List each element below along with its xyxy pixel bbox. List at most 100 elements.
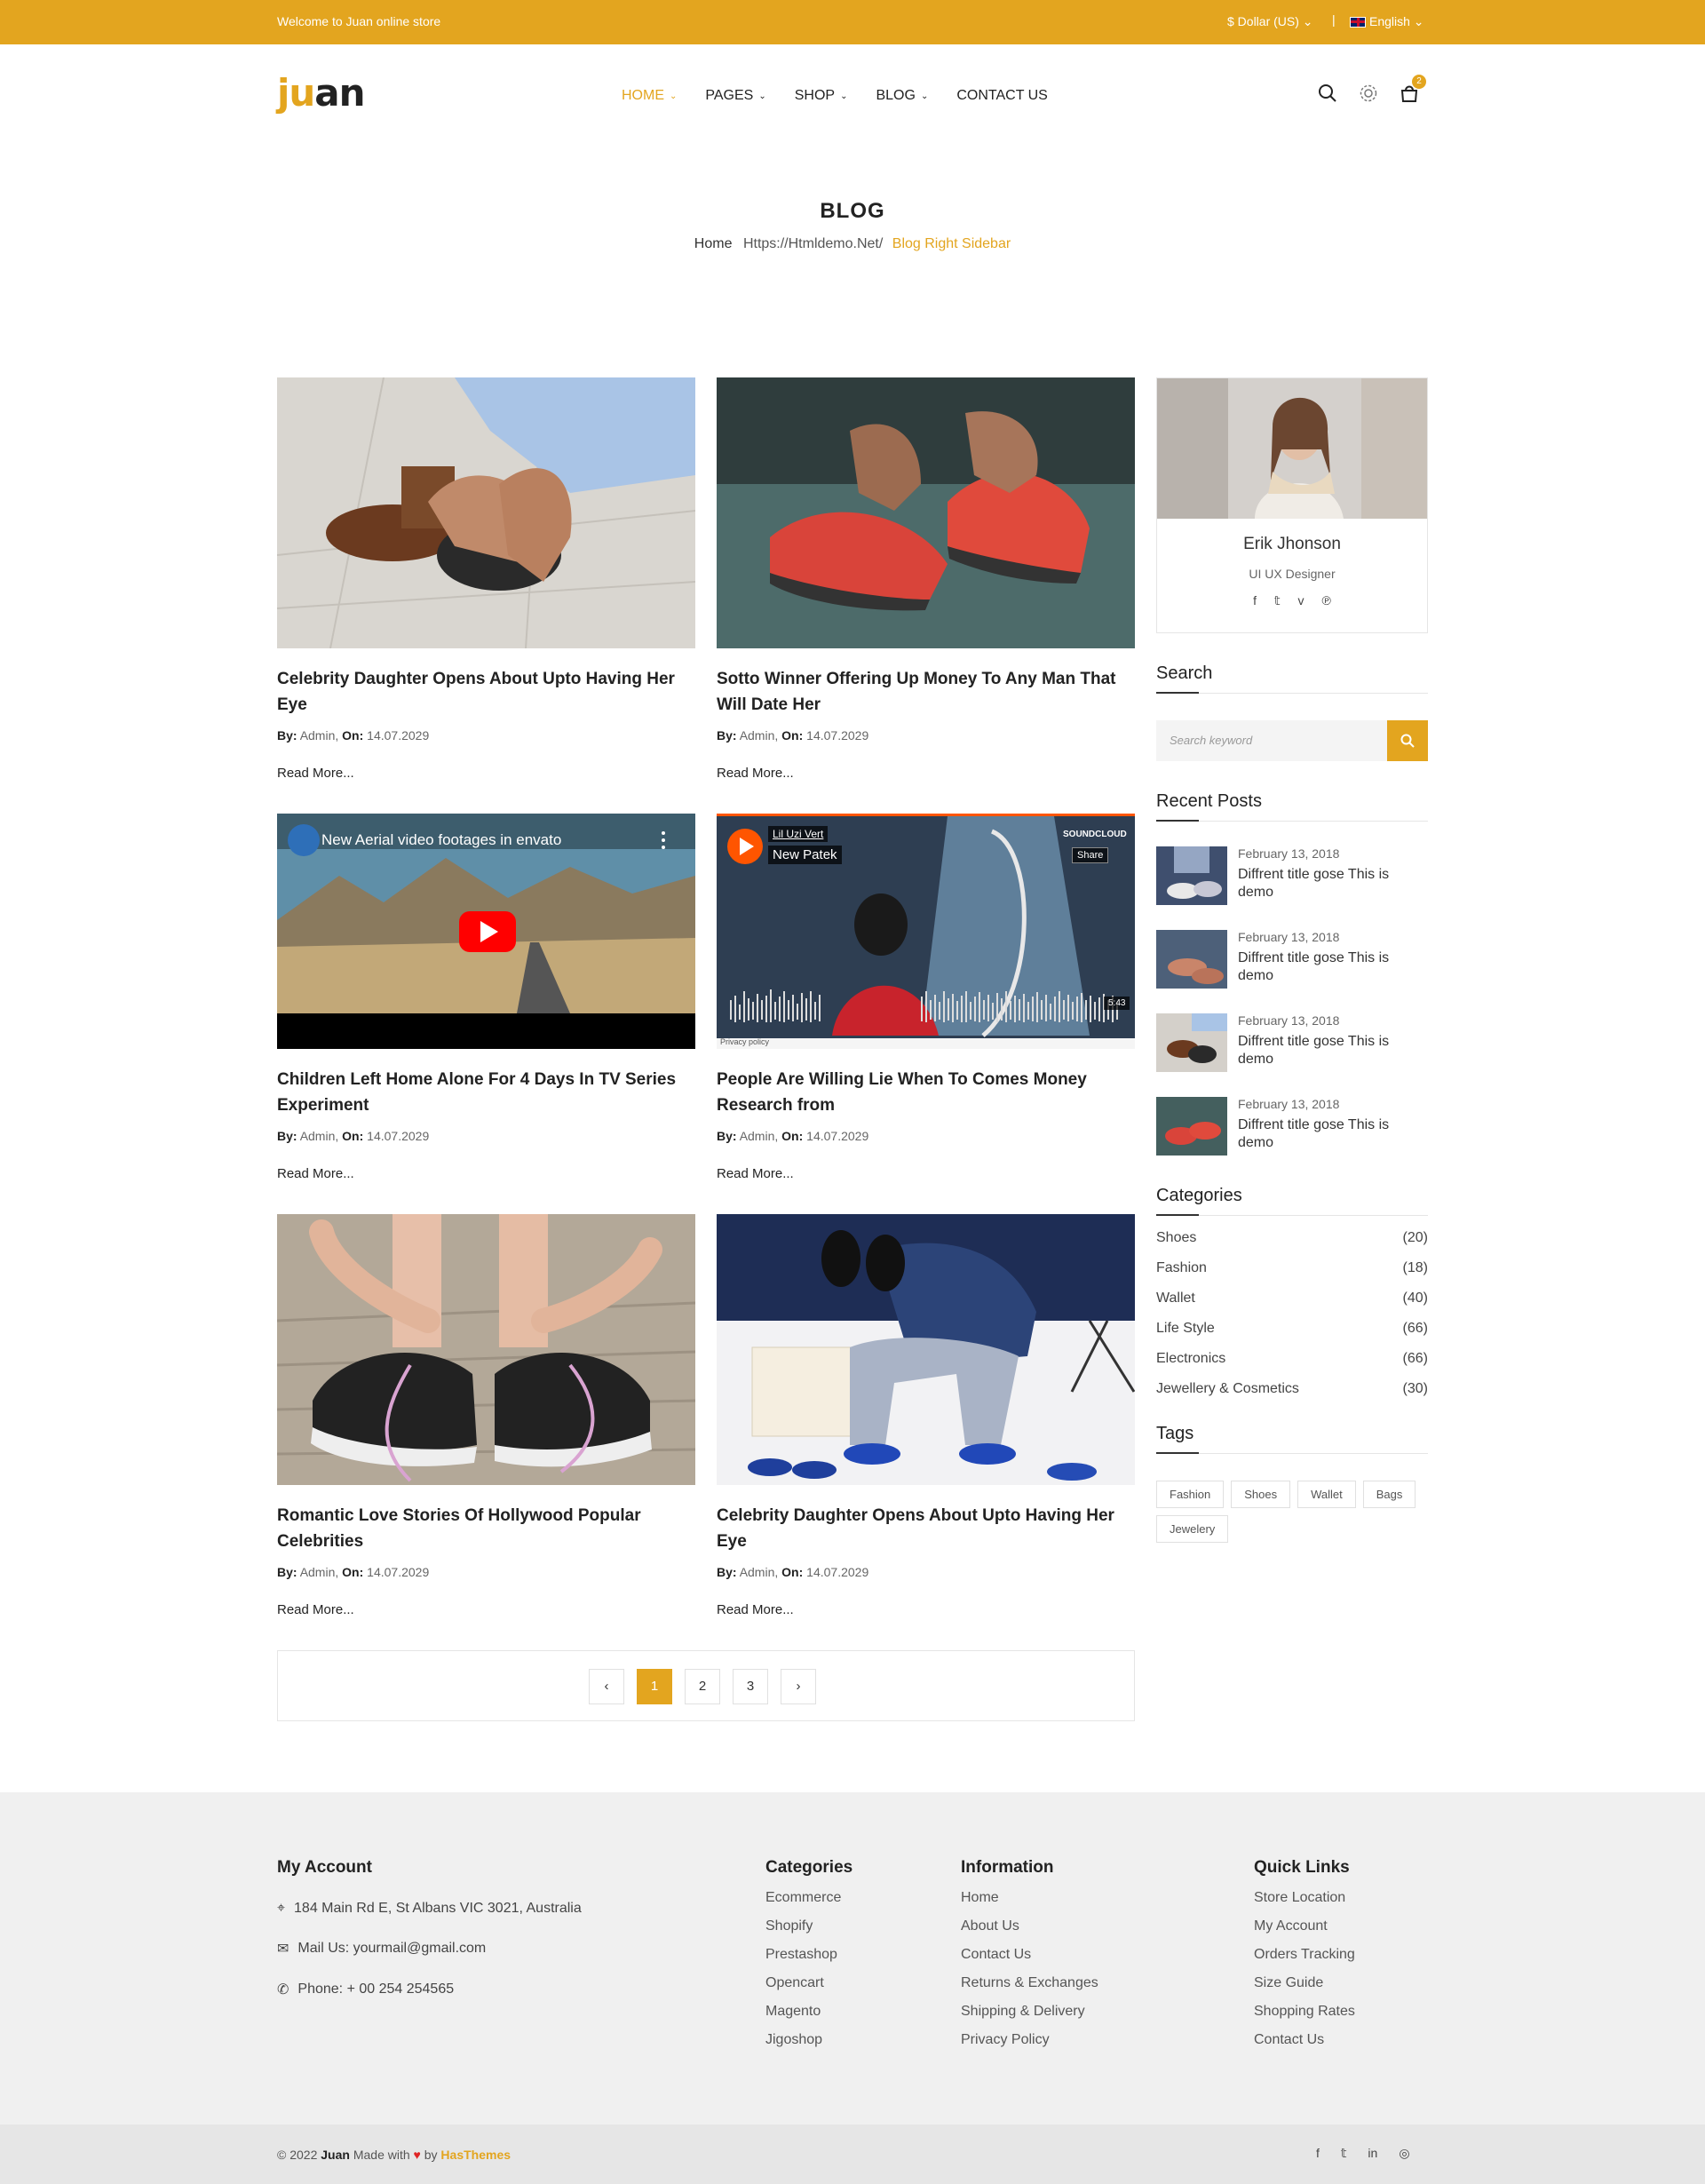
page-2[interactable]: 2: [685, 1669, 720, 1704]
footer-link[interactable]: Store Location: [1254, 1890, 1355, 1906]
post-title[interactable]: Celebrity Daughter Opens About Upto Havi…: [277, 666, 695, 718]
footer-link[interactable]: Shopify: [765, 1918, 852, 1934]
read-more-link[interactable]: Read More...: [277, 766, 695, 781]
logo[interactable]: juan: [277, 71, 366, 115]
tag-shoes[interactable]: Shoes: [1231, 1481, 1291, 1508]
video-embed[interactable]: New Aerial video footages in envato: [277, 814, 695, 1049]
footer-link[interactable]: Contact Us: [1254, 2032, 1355, 2048]
facebook-icon[interactable]: f: [1253, 593, 1257, 608]
breadcrumb-home[interactable]: Home: [694, 236, 733, 251]
recent-post-thumb[interactable]: [1156, 1097, 1227, 1156]
read-more-link[interactable]: Read More...: [277, 1166, 695, 1181]
category-item[interactable]: Life Style (66): [1156, 1321, 1428, 1337]
footer-phone[interactable]: ✆ Phone: + 00 254 254565: [277, 1981, 582, 1998]
footer-link[interactable]: Magento: [765, 2004, 852, 2020]
recent-post-title[interactable]: Diffrent title gose This is demo: [1238, 949, 1428, 985]
nav-contact[interactable]: CONTACT US: [956, 88, 1048, 104]
footer-link[interactable]: Opencart: [765, 1975, 852, 1991]
tag-jewelery[interactable]: Jewelery: [1156, 1515, 1229, 1543]
footer-link[interactable]: Shipping & Delivery: [961, 2004, 1098, 2020]
tag-wallet[interactable]: Wallet: [1297, 1481, 1356, 1508]
category-item[interactable]: Wallet (40): [1156, 1291, 1428, 1306]
recent-post-item[interactable]: February 13, 2018 Diffrent title gose Thi…: [1156, 846, 1428, 905]
footer-link[interactable]: Orders Tracking: [1254, 1947, 1355, 1963]
soundcloud-embed[interactable]: Lil Uzi Vert New Patek SOUNDCLOUD Share …: [717, 814, 1135, 1049]
read-more-link[interactable]: Read More...: [277, 1602, 695, 1617]
twitter-icon[interactable]: 𝕥: [1274, 593, 1281, 608]
recent-post-item[interactable]: February 13, 2018 Diffrent title gose Thi…: [1156, 1097, 1428, 1156]
recent-post-thumb[interactable]: [1156, 1013, 1227, 1072]
footer-link[interactable]: Shopping Rates: [1254, 2004, 1355, 2020]
category-item[interactable]: Shoes (20): [1156, 1230, 1428, 1246]
twitter-icon[interactable]: 𝕥: [1341, 2146, 1347, 2161]
tag-bags[interactable]: Bags: [1362, 1481, 1416, 1508]
next-page-button[interactable]: ›: [781, 1669, 816, 1704]
footer-link[interactable]: Home: [961, 1890, 1098, 1906]
nav-shop[interactable]: SHOP ⌄: [795, 88, 848, 104]
footer-link[interactable]: Returns & Exchanges: [961, 1975, 1098, 1991]
footer-link[interactable]: Privacy Policy: [961, 2032, 1098, 2048]
post-title[interactable]: People Are Willing Lie When To Comes Mon…: [717, 1067, 1135, 1118]
currency-dropdown[interactable]: $ Dollar (US) ⌄: [1227, 14, 1313, 29]
footer-link[interactable]: Contact Us: [961, 1947, 1098, 1963]
soundcloud-share-button[interactable]: Share: [1072, 847, 1109, 863]
recent-post-title[interactable]: Diffrent title gose This is demo: [1238, 866, 1428, 901]
category-item[interactable]: Electronics (66): [1156, 1351, 1428, 1367]
recent-post-thumb[interactable]: [1156, 930, 1227, 989]
post-image[interactable]: [277, 377, 695, 648]
nav-blog[interactable]: BLOG ⌄: [876, 88, 928, 104]
instagram-icon[interactable]: ◎: [1399, 2146, 1409, 2161]
recent-post-thumb[interactable]: [1156, 846, 1227, 905]
nav-pages[interactable]: PAGES ⌄: [705, 88, 765, 104]
recent-post-title[interactable]: Diffrent title gose This is demo: [1238, 1116, 1428, 1152]
footer-link[interactable]: Jigoshop: [765, 2032, 852, 2048]
page-1[interactable]: 1: [637, 1669, 672, 1704]
category-item[interactable]: Fashion (18): [1156, 1260, 1428, 1276]
search-button[interactable]: [1387, 720, 1428, 761]
pinterest-icon[interactable]: ℗: [1322, 593, 1331, 608]
recent-post-item[interactable]: February 13, 2018 Diffrent title gose Thi…: [1156, 930, 1428, 989]
read-more-link[interactable]: Read More...: [717, 1166, 1135, 1181]
language-dropdown[interactable]: English ⌄: [1350, 14, 1424, 29]
footer-account: My Account ⌖ 184 Main Rd E, St Albans VIC…: [277, 1858, 582, 1998]
settings-icon[interactable]: [1359, 83, 1378, 103]
category-item[interactable]: Jewellery & Cosmetics (30): [1156, 1381, 1428, 1397]
post-image[interactable]: [277, 1214, 695, 1485]
cart-icon[interactable]: 2: [1400, 75, 1426, 103]
post-image[interactable]: [717, 1214, 1135, 1485]
hasthemes-link[interactable]: HasThemes: [440, 2148, 511, 2162]
read-more-link[interactable]: Read More...: [717, 1602, 1135, 1617]
recent-post-title[interactable]: Diffrent title gose This is demo: [1238, 1033, 1428, 1068]
footer-link[interactable]: Size Guide: [1254, 1975, 1355, 1991]
post-title[interactable]: Romantic Love Stories Of Hollywood Popul…: [277, 1503, 695, 1554]
post-image[interactable]: [717, 377, 1135, 648]
footer-link[interactable]: Ecommerce: [765, 1890, 852, 1906]
search-icon[interactable]: [1318, 83, 1337, 103]
blog-post: Romantic Love Stories Of Hollywood Popul…: [277, 1214, 695, 1617]
soundcloud-artist[interactable]: Lil Uzi Vert: [768, 826, 829, 842]
uk-flag-icon: [1350, 16, 1366, 28]
prev-page-button[interactable]: ‹: [589, 1669, 624, 1704]
soundcloud-track[interactable]: New Patek: [768, 846, 842, 864]
vimeo-icon[interactable]: v: [1298, 593, 1305, 608]
search-input[interactable]: Search keyword: [1156, 720, 1387, 761]
facebook-icon[interactable]: f: [1316, 2146, 1320, 2161]
footer-link[interactable]: About Us: [961, 1918, 1098, 1934]
recent-post-item[interactable]: February 13, 2018 Diffrent title gose Thi…: [1156, 1013, 1428, 1072]
nav-home[interactable]: HOME ⌄: [622, 88, 677, 104]
linkedin-icon[interactable]: in: [1368, 2146, 1377, 2161]
post-title[interactable]: Children Left Home Alone For 4 Days In T…: [277, 1067, 695, 1118]
tag-fashion[interactable]: Fashion: [1156, 1481, 1225, 1508]
soundcloud-privacy-link[interactable]: Privacy policy: [720, 1037, 769, 1046]
post-title[interactable]: Celebrity Daughter Opens About Upto Havi…: [717, 1503, 1135, 1554]
page-3[interactable]: 3: [733, 1669, 768, 1704]
footer-mail[interactable]: ✉ Mail Us: yourmail@gmail.com: [277, 1940, 582, 1958]
read-more-link[interactable]: Read More...: [717, 766, 1135, 781]
soundcloud-logo[interactable]: SOUNDCLOUD: [1063, 830, 1127, 839]
footer-link[interactable]: Prestashop: [765, 1947, 852, 1963]
footer-categories-title: Categories: [765, 1858, 853, 1877]
post-title[interactable]: Sotto Winner Offering Up Money To Any Ma…: [717, 666, 1135, 718]
breadcrumb-middle[interactable]: Https://Htmldemo.Net/: [743, 236, 883, 251]
footer-link[interactable]: My Account: [1254, 1918, 1355, 1934]
location-pin-icon: ⌖: [277, 1901, 286, 1916]
